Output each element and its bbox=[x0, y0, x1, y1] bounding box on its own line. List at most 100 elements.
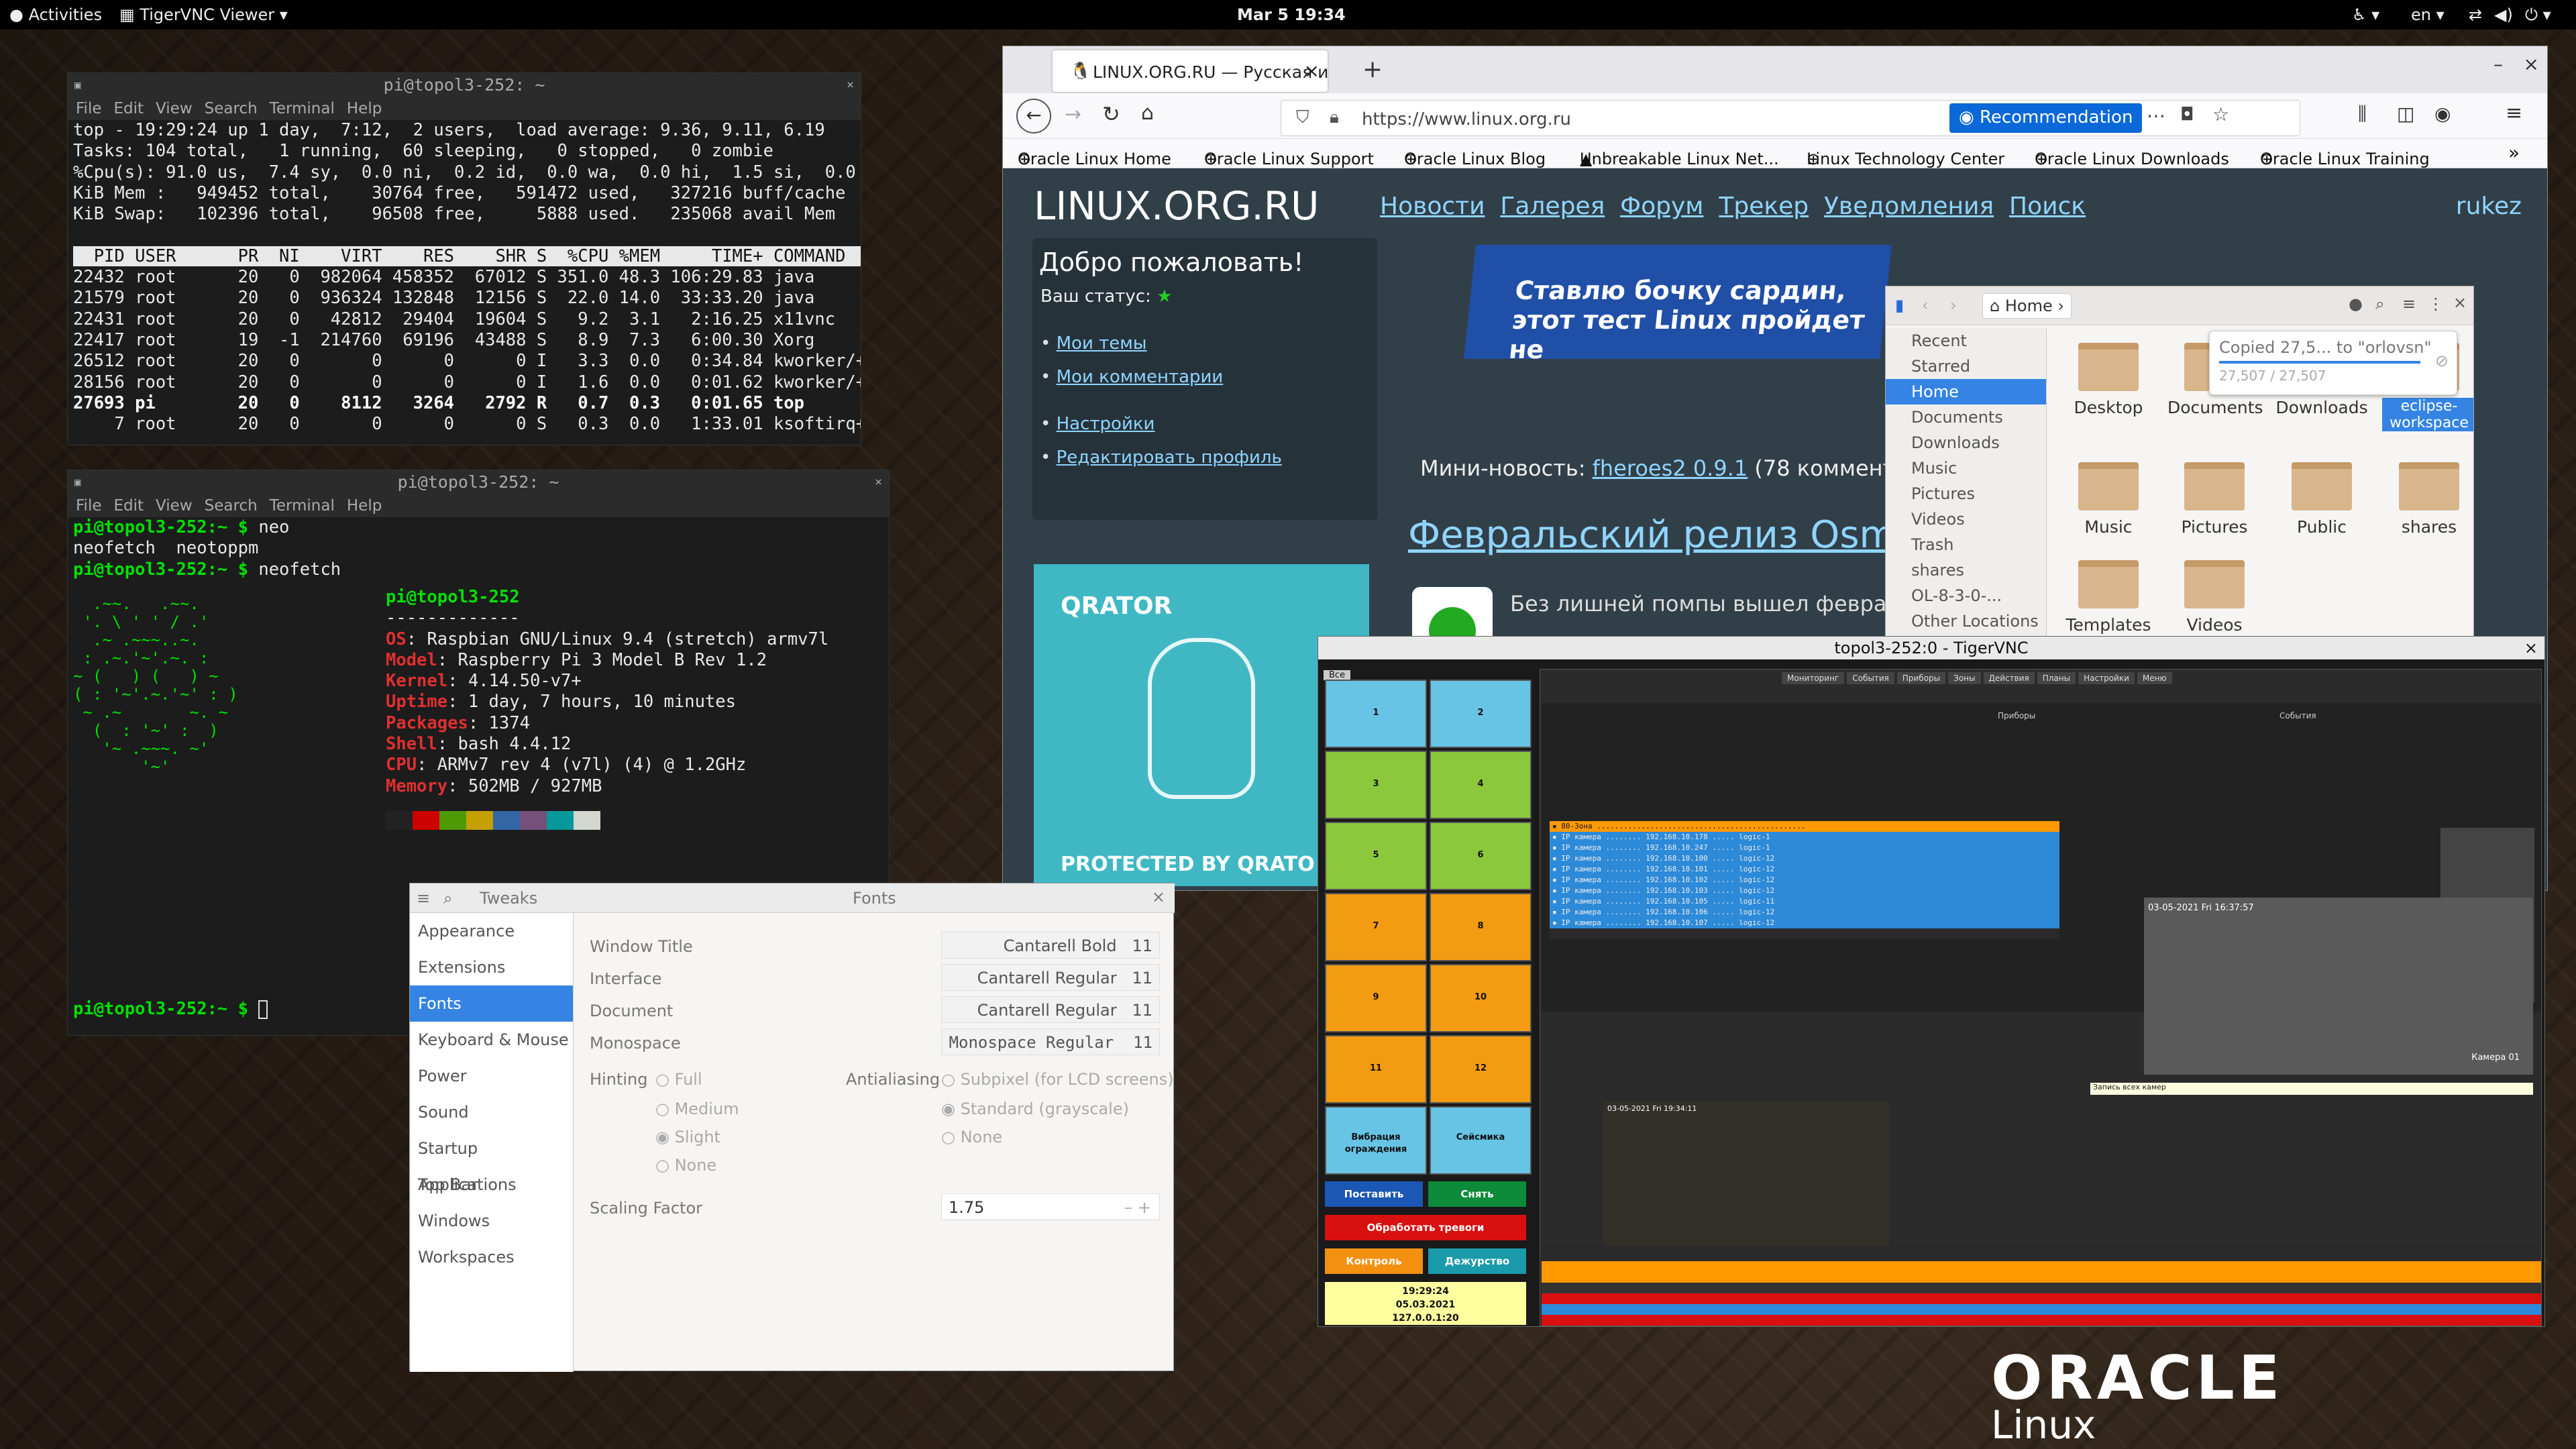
close-tab-icon[interactable]: × bbox=[1304, 60, 1320, 82]
link-edit-profile[interactable]: Редактировать профиль bbox=[1057, 447, 1282, 468]
search-icon[interactable]: ⌕ bbox=[443, 889, 452, 908]
forward-button[interactable]: → bbox=[1065, 103, 1081, 126]
sidebar-ol-volume[interactable]: OL-8-3-0-... bbox=[1886, 583, 2046, 608]
more-actions-icon[interactable]: ⋯ bbox=[2147, 105, 2165, 127]
link-settings[interactable]: Настройки bbox=[1057, 414, 1155, 434]
clock[interactable]: Mar 5 19:34 bbox=[1237, 5, 1346, 24]
menu-terminal[interactable]: Terminal bbox=[270, 97, 335, 120]
tweaks-menu-icon[interactable]: ≡ bbox=[417, 889, 430, 908]
sidebar-videos[interactable]: Videos bbox=[1886, 506, 2046, 532]
table-row[interactable]: ▪ IP камера ........ 192.168.10.105 ....… bbox=[1550, 896, 2059, 907]
event-row[interactable] bbox=[1542, 1283, 2541, 1293]
event-row[interactable] bbox=[1542, 1261, 2541, 1272]
zone-tile[interactable]: 3 bbox=[1325, 751, 1427, 819]
zone-tile[interactable]: 8 bbox=[1430, 893, 1532, 961]
activities-button[interactable]: ● Activities bbox=[9, 5, 102, 24]
sidebar-trash[interactable]: Trash bbox=[1886, 532, 2046, 557]
link-my-topics[interactable]: Мои темы bbox=[1057, 333, 1147, 354]
zone-tile[interactable]: 4 bbox=[1430, 751, 1532, 819]
nav-fonts[interactable]: Fonts bbox=[410, 985, 573, 1022]
close-icon[interactable]: × bbox=[2453, 293, 2467, 312]
menu-file[interactable]: File bbox=[76, 97, 102, 120]
nav-appearance[interactable]: Appearance bbox=[410, 913, 573, 949]
zone-tile[interactable]: Вибрация ограждения bbox=[1325, 1106, 1427, 1175]
arm-button[interactable]: Поставить bbox=[1325, 1181, 1423, 1207]
reload-button[interactable]: ↻ bbox=[1102, 101, 1120, 127]
hint-medium-radio[interactable]: ○ Medium bbox=[655, 1099, 739, 1118]
menu-edit[interactable]: Edit bbox=[114, 494, 144, 517]
control-button[interactable]: Контроль bbox=[1325, 1248, 1423, 1274]
hamburger-menu-icon[interactable]: ≡ bbox=[2506, 101, 2522, 125]
nav-news[interactable]: Новости bbox=[1380, 193, 1485, 220]
nav-startup-applications[interactable]: Startup Applications bbox=[410, 1130, 573, 1194]
recommendation-button[interactable]: ◉ Recommendation bbox=[1949, 103, 2143, 133]
view-options-icon[interactable]: ≡ bbox=[2402, 294, 2416, 313]
folder-pictures[interactable]: Pictures bbox=[2167, 462, 2261, 537]
sidebar-icon[interactable]: ◫ bbox=[2397, 103, 2414, 125]
disarm-button[interactable]: Снять bbox=[1428, 1181, 1526, 1207]
aa-subpixel-radio[interactable]: ○ Subpixel (for LCD screens) bbox=[941, 1070, 1174, 1089]
table-row[interactable]: ▪ IP камера ........ 192.168.10.101 ....… bbox=[1550, 864, 2059, 875]
zone-tile[interactable]: 11 bbox=[1325, 1035, 1427, 1104]
font-interface-button[interactable]: Cantarell Regular 11 bbox=[941, 964, 1160, 991]
tigervnc-window[interactable]: topol3-252:0 - TigerVNC × Все 1 2 3 4 5 6 7 8 9 10… bbox=[1318, 636, 2545, 1327]
event-row[interactable] bbox=[1542, 1315, 2541, 1326]
home-button[interactable]: ⌂ bbox=[1141, 101, 1154, 125]
menu-search[interactable]: Search bbox=[205, 97, 258, 120]
nav-keyboard-mouse[interactable]: Keyboard & Mouse bbox=[410, 1022, 573, 1058]
folder-public[interactable]: Public bbox=[2275, 462, 2369, 537]
nav-sound[interactable]: Sound bbox=[410, 1094, 573, 1130]
table-row[interactable]: ▪ IP камера ........ 192.168.10.247 ....… bbox=[1550, 843, 2059, 853]
terminal-top-window[interactable]: pi@topol3-252: ~ ▣ × File Edit View Search Ter… bbox=[67, 72, 861, 445]
events-log[interactable] bbox=[1542, 1246, 2541, 1326]
devices-table[interactable]: ▪ 80-Зона ..............................… bbox=[1550, 821, 2059, 939]
zone-tile[interactable]: Сейсмика bbox=[1430, 1106, 1532, 1175]
sidebar-music[interactable]: Music bbox=[1886, 455, 2046, 481]
zone-tile[interactable]: 9 bbox=[1325, 964, 1427, 1032]
menu-view[interactable]: View bbox=[156, 494, 193, 517]
font-window-title-button[interactable]: Cantarell Bold 11 bbox=[941, 932, 1160, 959]
table-row[interactable]: ▪ IP камера ........ 192.168.10.103 ....… bbox=[1550, 885, 2059, 896]
scaling-factor-spinbox[interactable]: 1.75 – + bbox=[941, 1193, 1160, 1220]
hint-none-radio[interactable]: ○ None bbox=[655, 1156, 716, 1175]
user-link[interactable]: rukez bbox=[2456, 193, 2522, 220]
sidebar-recent[interactable]: Recent bbox=[1886, 328, 2046, 354]
all-zones-tab[interactable]: Все bbox=[1324, 670, 1351, 680]
table-row[interactable]: ▪ 80-Зона ..............................… bbox=[1550, 821, 2059, 832]
menu-monitoring[interactable]: Мониторинг bbox=[1782, 672, 1845, 684]
duty-button[interactable]: Дежурство bbox=[1428, 1248, 1526, 1274]
zone-tile[interactable]: 2 bbox=[1430, 680, 1532, 748]
folder-music[interactable]: Music bbox=[2061, 462, 2155, 537]
close-icon[interactable]: × bbox=[1152, 888, 1165, 906]
menu-help[interactable]: Help bbox=[347, 97, 382, 120]
accessibility-icon[interactable]: ♿ ▾ bbox=[2352, 5, 2379, 24]
prompt-line[interactable]: pi@topol3-252:~ $ bbox=[73, 999, 268, 1019]
zone-tile[interactable]: 10 bbox=[1430, 964, 1532, 1032]
back-icon[interactable]: ‹ bbox=[1922, 296, 1929, 315]
event-row[interactable] bbox=[1542, 1293, 2541, 1304]
volume-icon[interactable]: ◀) bbox=[2494, 5, 2513, 24]
sidebar-shares[interactable]: shares bbox=[1886, 557, 2046, 583]
browser-tab[interactable]: 🐧 LINUX.ORG.RU — Русская и × bbox=[1053, 50, 1328, 92]
table-row[interactable]: ▪ IP камера ........ 192.168.10.100 ....… bbox=[1550, 853, 2059, 864]
zone-tile[interactable]: 12 bbox=[1430, 1035, 1532, 1104]
tweaks-window[interactable]: ≡ ⌕ Tweaks Fonts × Appearance Extensions… bbox=[409, 883, 1175, 1372]
breadcrumb[interactable]: ⌂ Home › bbox=[1982, 293, 2072, 319]
menu-devices[interactable]: Приборы bbox=[1896, 672, 1946, 684]
menu-actions[interactable]: Действия bbox=[1983, 672, 2035, 684]
cancel-copy-icon[interactable]: ⊘ bbox=[2435, 352, 2449, 370]
sidebar-downloads[interactable]: Downloads bbox=[1886, 430, 2046, 455]
article-headline[interactable]: Февральский релиз Osm bbox=[1408, 513, 1896, 557]
font-monospace-button[interactable]: Monospace Regular 11 bbox=[941, 1028, 1160, 1055]
nav-power[interactable]: Power bbox=[410, 1058, 573, 1094]
close-window-icon[interactable]: × bbox=[2524, 53, 2539, 75]
table-row[interactable]: ▪ IP камера ........ 192.168.10.102 ....… bbox=[1550, 875, 2059, 885]
zone-tile[interactable]: 1 bbox=[1325, 680, 1427, 748]
aa-standard-radio[interactable]: ◉ Standard (grayscale) bbox=[941, 1099, 1129, 1118]
sidebar-pictures[interactable]: Pictures bbox=[1886, 481, 2046, 506]
power-icon[interactable]: ⏻ ▾ bbox=[2525, 5, 2551, 24]
operations-icon[interactable]: ● bbox=[2349, 294, 2363, 313]
bookmarks-overflow-icon[interactable]: » bbox=[2508, 142, 2520, 164]
zone-tile[interactable]: 7 bbox=[1325, 893, 1427, 961]
language-selector[interactable]: en ▾ bbox=[2411, 5, 2445, 24]
